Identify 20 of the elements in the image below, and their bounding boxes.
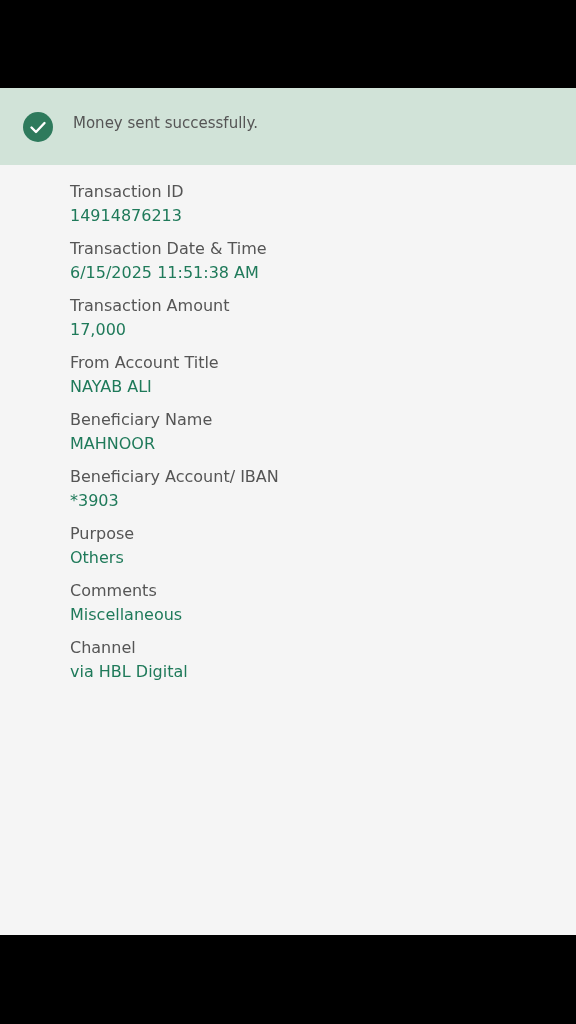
field-label: Beneficiary Name [70, 409, 214, 430]
check-circle-icon [23, 111, 53, 142]
field-label: From Account Title [70, 352, 220, 373]
field-value: 6/15/2025 11:51:38 AM [70, 262, 260, 283]
field-value: *3903 [70, 490, 120, 511]
field-label: Transaction Amount [70, 295, 231, 316]
field-label: Transaction ID [70, 181, 185, 202]
field-value: Others [70, 547, 125, 568]
field-label: Transaction Date & Time [70, 238, 268, 259]
field-label: Comments [70, 580, 158, 601]
field-value: 17,000 [70, 319, 127, 340]
field-value: via HBL Digital [70, 661, 189, 682]
field-label: Beneficiary Account/ IBAN [70, 466, 280, 487]
field-value: MAHNOOR [70, 433, 157, 454]
field-value: NAYAB ALI [70, 376, 153, 397]
field-value: Miscellaneous [70, 604, 184, 625]
success-message: Money sent successfully. [73, 113, 258, 132]
field-value: 14914876213 [70, 205, 183, 226]
field-label: Channel [70, 637, 137, 658]
field-label: Purpose [70, 523, 136, 544]
